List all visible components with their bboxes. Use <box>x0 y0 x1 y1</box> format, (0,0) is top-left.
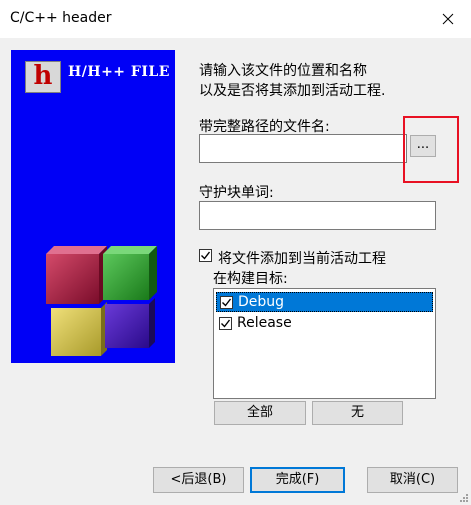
build-targets-label: 在构建目标: <box>213 271 288 287</box>
highlight-annotation-box <box>403 116 459 183</box>
checkmark-icon <box>201 251 211 260</box>
select-all-button[interactable]: 全部 <box>214 401 306 425</box>
description-line-1: 请输入该文件的位置和名称 <box>199 63 367 79</box>
description-line-2: 以及是否将其添加到活动工程. <box>199 83 386 99</box>
checkmark-icon <box>221 319 231 328</box>
debug-checkbox[interactable] <box>220 296 233 309</box>
finish-button[interactable]: 完成(F) <box>250 467 345 493</box>
release-label: Release <box>237 315 292 331</box>
green-cube <box>103 246 157 300</box>
purple-cube <box>105 298 155 348</box>
guard-word-label: 守护块单词: <box>199 185 274 201</box>
build-target-release[interactable]: Release <box>216 314 433 334</box>
cancel-button[interactable]: 取消(C) <box>367 467 458 493</box>
yellow-cube <box>51 302 107 356</box>
red-cube <box>46 246 107 304</box>
resize-grip-icon[interactable] <box>459 493 469 503</box>
back-button[interactable]: <后退(B) <box>153 467 244 493</box>
cube-blocks-image <box>46 246 157 356</box>
window-title: C/C++ header <box>10 10 112 26</box>
build-targets-list[interactable]: Debug Release <box>213 288 436 399</box>
file-path-input[interactable] <box>199 134 407 163</box>
debug-label: Debug <box>238 294 285 310</box>
close-button[interactable] <box>425 0 471 38</box>
release-checkbox[interactable] <box>219 317 232 330</box>
add-to-project-label: 将文件添加到当前活动工程 <box>218 251 386 267</box>
guard-word-input[interactable] <box>199 201 436 230</box>
checkmark-icon <box>222 298 232 307</box>
add-to-project-checkbox[interactable] <box>199 249 212 262</box>
select-none-button[interactable]: 无 <box>312 401 403 425</box>
close-icon <box>442 13 454 25</box>
wizard-side-image: h H/H++ FILE <box>11 50 175 363</box>
title-bar: C/C++ header <box>0 0 471 38</box>
file-path-label: 带完整路径的文件名: <box>199 119 330 135</box>
build-target-debug[interactable]: Debug <box>216 292 433 312</box>
